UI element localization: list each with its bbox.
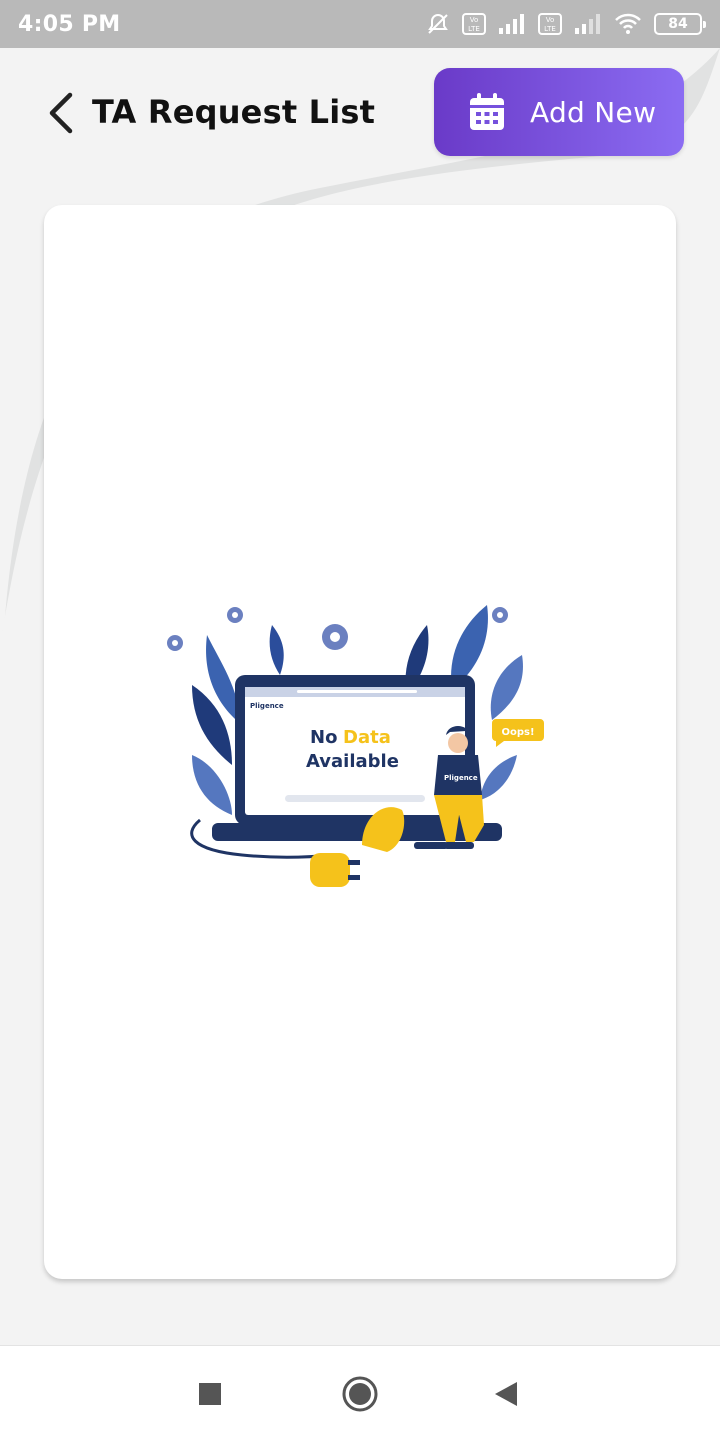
- svg-text:LTE: LTE: [544, 25, 556, 33]
- mute-alarm-icon: [428, 13, 448, 34]
- shirt-brand: Pligence: [444, 774, 478, 782]
- signal-icon: [499, 14, 524, 34]
- svg-text:LTE: LTE: [468, 25, 480, 33]
- signal-icon: [575, 14, 600, 34]
- home-circle-icon: [342, 1376, 378, 1412]
- volte-icon: VoLTE: [462, 13, 486, 35]
- back-triangle-icon: [495, 1382, 517, 1406]
- status-icons: Vo LTE Vo LTE 84: [426, 12, 706, 36]
- data-label: Data: [343, 727, 391, 748]
- add-new-button[interactable]: Add New: [434, 68, 684, 156]
- nav-back-button[interactable]: [482, 1370, 530, 1418]
- home-button[interactable]: [336, 1370, 384, 1418]
- nav-bar: [0, 1345, 720, 1440]
- no-data-illustration: Pligence No Data Available Pligence Oops…: [167, 605, 544, 887]
- oops-bubble: Oops!: [492, 719, 544, 747]
- available-label: Available: [306, 751, 399, 772]
- app-header: TA Request List Add New: [0, 48, 720, 188]
- no-label: No: [310, 727, 337, 748]
- svg-text:Vo: Vo: [470, 16, 479, 24]
- oops-label: Oops!: [501, 727, 534, 738]
- add-new-label: Add New: [530, 95, 657, 129]
- chevron-left-icon: [49, 92, 73, 134]
- wifi-icon: [615, 13, 641, 34]
- recents-button[interactable]: [186, 1370, 234, 1418]
- battery-level: 84: [668, 16, 688, 32]
- battery-icon: 84: [654, 13, 706, 35]
- gear-icon: [167, 607, 508, 651]
- laptop-brand: Pligence: [250, 702, 284, 710]
- content-card: Pligence No Data Available Pligence Oops…: [44, 205, 676, 1279]
- back-button[interactable]: [36, 88, 86, 138]
- status-time: 4:05 PM: [18, 11, 121, 37]
- svg-text:Vo: Vo: [546, 16, 555, 24]
- calendar-icon: [470, 93, 504, 130]
- status-bar: 4:05 PM Vo LTE Vo LTE 84: [0, 0, 720, 48]
- volte-icon: VoLTE: [538, 13, 562, 35]
- page-title: TA Request List: [92, 93, 376, 131]
- recents-square-icon: [199, 1383, 221, 1405]
